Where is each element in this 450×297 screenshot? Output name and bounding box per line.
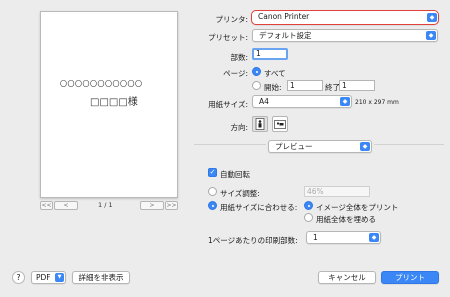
first-page-button[interactable]: << [40,201,53,210]
next-page-button[interactable]: > [140,201,164,210]
landscape-orientation-button[interactable] [272,116,288,132]
pages-all-radio[interactable] [252,67,261,76]
pdf-label: PDF [36,273,51,282]
paper-dimensions: 210 x 297 mm [355,99,399,106]
pages-from-input[interactable]: 1 [287,80,323,91]
preset-value: デフォルト設定 [259,31,312,40]
auto-rotate-label: 自動回転 [220,170,250,179]
last-page-button[interactable]: >> [165,201,178,210]
preset-label: プリセット: [207,33,248,42]
pages-from-label: 開始: [264,83,282,92]
printer-popup[interactable]: Canon Printer ◆ [251,10,439,25]
chevron-updown-icon: ◆ [369,233,379,242]
chevron-updown-icon: ◆ [426,31,436,40]
orientation-label: 方向: [230,123,248,132]
copies-input[interactable]: 1 [252,48,288,60]
copies-per-page-label: 1ページあたりの印刷部数: [208,236,298,245]
cancel-button[interactable]: キャンセル [318,271,376,284]
page-indicator: 1 / 1 [98,201,113,209]
section-divider-right [374,144,444,145]
help-button[interactable]: ? [12,271,25,284]
pages-range-radio[interactable] [252,81,261,90]
previous-page-button[interactable]: < [54,201,78,210]
chevron-updown-icon: ◆ [427,13,437,22]
preview-address-line: 〇〇〇〇〇〇〇〇〇〇〇 [60,80,143,88]
pages-label: ページ: [223,69,248,78]
copies-per-page-value: 1 [313,233,318,242]
printer-value: Canon Printer [258,12,310,21]
chevron-updown-icon: ◆ [340,97,350,106]
section-popup-value: プレビュー [275,142,313,151]
fit-to-paper-label: 用紙サイズに合わせる: [220,203,298,212]
preview-name-line: □□□□様 [90,97,138,108]
pages-all-label: すべて [264,69,286,78]
hide-details-button[interactable]: 詳細を非表示 [72,271,130,284]
scale-input[interactable]: 46% [304,186,370,197]
pdf-menu-button[interactable]: PDF ▼ [31,271,66,284]
auto-rotate-checkbox[interactable]: ✓ [208,168,217,177]
fill-entire-paper-label: 用紙全体を埋める [316,215,376,224]
printer-label: プリンタ: [215,15,248,24]
pages-to-input[interactable]: 1 [339,80,375,91]
copies-per-page-popup[interactable]: 1 ◆ [306,231,381,244]
scale-label: サイズ調整: [220,189,260,198]
print-preview-page: 〇〇〇〇〇〇〇〇〇〇〇 □□□□様 [40,11,178,198]
portrait-orientation-button[interactable] [252,116,268,132]
paper-size-value: A4 [259,97,269,106]
print-entire-image-radio[interactable] [304,201,313,210]
portrait-person-icon [255,118,265,130]
fit-to-paper-radio[interactable] [208,201,217,210]
section-popup[interactable]: プレビュー ◆ [268,140,372,153]
landscape-person-icon [274,120,286,129]
paper-size-label: 用紙サイズ: [208,100,248,109]
chevron-updown-icon: ◆ [360,142,370,151]
scale-radio[interactable] [208,187,217,196]
copies-label: 部数: [230,53,248,62]
preset-popup[interactable]: デフォルト設定 ◆ [252,29,438,42]
fill-entire-paper-radio[interactable] [304,213,313,222]
print-button[interactable]: プリント [381,271,439,284]
print-entire-image-label: イメージ全体をプリント [316,203,399,212]
paper-size-popup[interactable]: A4 ◆ [252,95,352,108]
chevron-down-icon: ▼ [55,273,64,282]
section-divider-left [194,144,266,145]
